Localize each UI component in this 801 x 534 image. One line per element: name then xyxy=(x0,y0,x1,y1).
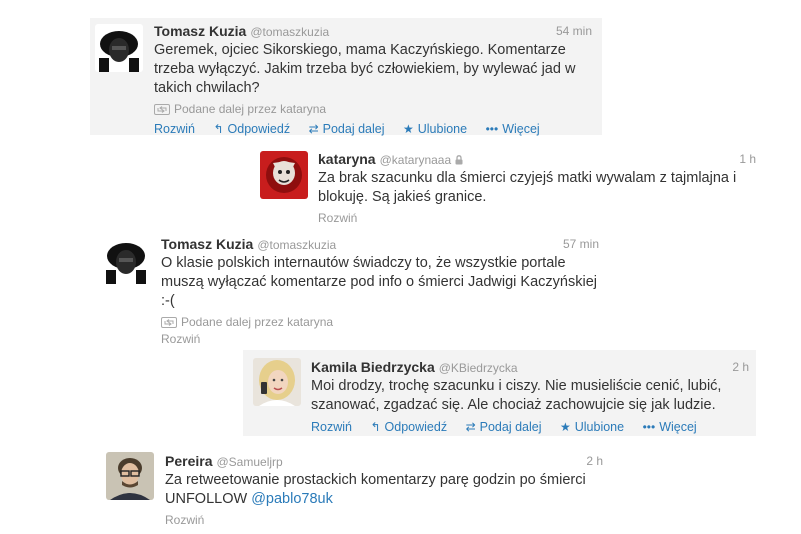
avatar[interactable] xyxy=(260,151,308,199)
tweet-actions: Rozwiń ↰ Odpowiedź ⇄ Podaj dalej ★ Ulubione… xyxy=(311,418,749,436)
lock-icon xyxy=(455,155,463,165)
tweet-text: Za retweetowanie prostackich komentarzy … xyxy=(165,471,603,509)
expand-link[interactable]: Rozwiń xyxy=(161,331,599,347)
avatar[interactable] xyxy=(102,236,150,284)
avatar[interactable] xyxy=(95,24,143,72)
favorite-label: Ulubione xyxy=(417,122,468,136)
reply-button[interactable]: ↰ Odpowiedź xyxy=(370,418,447,436)
more-button[interactable]: ••• Więcej xyxy=(486,120,540,138)
more-label: Więcej xyxy=(659,420,697,434)
favorite-button[interactable]: ★ Ulubione xyxy=(403,120,467,138)
avatar[interactable] xyxy=(253,358,301,406)
more-label: Więcej xyxy=(502,122,540,136)
author-handle[interactable]: @katarynaaa xyxy=(380,153,452,167)
author-handle[interactable]: @Samueljrp xyxy=(216,455,282,469)
ellipsis-icon: ••• xyxy=(485,122,499,136)
tweet-text: Moi drodzy, trochę szacunku i ciszy. Nie… xyxy=(311,378,722,413)
retweet-label: Podaj dalej xyxy=(322,122,385,136)
tweet-tomasz-kuzia-2[interactable]: Tomasz Kuzia @tomaszkuzia 57 min O klasie… xyxy=(97,230,607,346)
expand-link[interactable]: Rozwiń xyxy=(154,120,195,138)
retweeted-icon xyxy=(154,104,170,115)
expand-link[interactable]: Rozwiń xyxy=(165,512,603,528)
star-icon: ★ xyxy=(402,122,414,136)
author-name[interactable]: kataryna xyxy=(318,151,376,167)
reply-arrow-icon: ↰ xyxy=(370,420,381,434)
tweet-text: Geremek, ojciec Sikorskiego, mama Kaczyń… xyxy=(154,42,576,96)
timestamp[interactable]: 2 h xyxy=(586,452,603,470)
avatar[interactable] xyxy=(106,452,154,500)
tweet-kamila-biedrzycka[interactable]: Kamila Biedrzycka @KBiedrzycka 2 h Moi dr… xyxy=(243,350,756,436)
retweeted-by: Podane dalej przez kataryna xyxy=(154,101,592,117)
author-name[interactable]: Kamila Biedrzycka xyxy=(311,359,435,375)
tweet-text: Za brak szacunku dla śmierci czyjejś mat… xyxy=(318,170,737,205)
author-name[interactable]: Tomasz Kuzia xyxy=(161,236,253,252)
tweet-text-body: Za retweetowanie prostackich komentarzy … xyxy=(165,472,586,507)
favorite-label: Ulubione xyxy=(574,420,625,434)
timestamp[interactable]: 57 min xyxy=(563,235,599,253)
tweet-tomasz-kuzia-1[interactable]: Tomasz Kuzia @tomaszkuzia 54 min Geremek,… xyxy=(90,18,602,138)
retweeted-by-label: Podane dalej przez kataryna xyxy=(174,102,327,116)
timestamp[interactable]: 1 h xyxy=(739,150,756,168)
tweet-text: O klasie polskich internautów świadczy t… xyxy=(161,255,597,309)
author-name[interactable]: Tomasz Kuzia xyxy=(154,23,246,39)
more-button[interactable]: ••• Więcej xyxy=(643,418,697,436)
retweeted-by: Podane dalej przez kataryna xyxy=(161,314,599,330)
author-handle[interactable]: @KBiedrzycka xyxy=(439,361,518,375)
expand-link[interactable]: Rozwiń xyxy=(318,210,756,226)
reply-button[interactable]: ↰ Odpowiedź xyxy=(213,120,290,138)
timestamp[interactable]: 2 h xyxy=(732,358,749,376)
tweet-actions: Rozwiń ↰ Odpowiedź ⇄ Podaj dalej ★ Ulubione… xyxy=(154,120,592,138)
ellipsis-icon: ••• xyxy=(642,420,656,434)
retweet-button[interactable]: ⇄ Podaj dalej xyxy=(466,418,542,436)
expand-link[interactable]: Rozwiń xyxy=(311,418,352,436)
retweeted-icon xyxy=(161,317,177,328)
reply-label: Odpowiedź xyxy=(384,420,448,434)
reply-arrow-icon: ↰ xyxy=(213,122,224,136)
timestamp[interactable]: 54 min xyxy=(556,22,592,40)
author-handle[interactable]: @tomaszkuzia xyxy=(257,238,336,252)
star-icon: ★ xyxy=(559,420,571,434)
reply-label: Odpowiedź xyxy=(227,122,291,136)
retweeted-by-label: Podane dalej przez kataryna xyxy=(181,315,334,329)
retweet-button[interactable]: ⇄ Podaj dalej xyxy=(309,120,385,138)
tweet-pereira[interactable]: Pereira @Samueljrp 2 h Za retweetowanie p… xyxy=(100,446,610,528)
retweet-icon: ⇄ xyxy=(308,122,319,136)
mention-link[interactable]: @pablo78uk xyxy=(251,491,333,507)
retweet-icon: ⇄ xyxy=(465,420,476,434)
tweet-kataryna[interactable]: kataryna @katarynaaa 1 h Za brak szacunku… xyxy=(255,144,765,230)
favorite-button[interactable]: ★ Ulubione xyxy=(560,418,624,436)
author-handle[interactable]: @tomaszkuzia xyxy=(250,25,329,39)
retweet-label: Podaj dalej xyxy=(479,420,542,434)
author-name[interactable]: Pereira xyxy=(165,453,212,469)
